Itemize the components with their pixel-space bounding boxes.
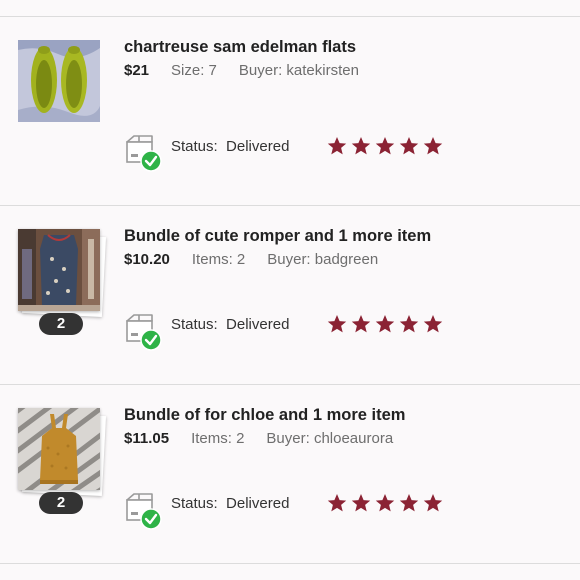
order-buyer: Buyer: badgreen — [267, 251, 379, 268]
rating-stars — [327, 136, 447, 156]
order-buyer: Buyer: chloeaurora — [266, 430, 394, 447]
order-title[interactable]: Bundle of cute romper and 1 more item — [124, 227, 431, 246]
star-icon — [423, 494, 443, 512]
star-icon — [351, 315, 371, 333]
order-meta: $21 Size: 7 Buyer: katekirsten — [124, 62, 359, 79]
delivered-box-icon — [124, 313, 164, 351]
star-icon — [351, 494, 371, 512]
star-icon — [375, 137, 395, 155]
star-icon — [327, 315, 347, 333]
star-icon — [375, 494, 395, 512]
romper-photo — [18, 229, 100, 311]
order-price: $11.05 — [124, 430, 170, 447]
item-thumbnail[interactable]: 2 — [18, 408, 107, 514]
delivered-box-icon — [124, 134, 164, 172]
star-icon — [399, 315, 419, 333]
status-label: Status: — [171, 495, 218, 512]
rating-stars — [327, 493, 447, 513]
order-title[interactable]: chartreuse sam edelman flats — [124, 38, 356, 57]
item-thumbnail[interactable]: 2 — [18, 229, 107, 335]
bundle-count-badge: 2 — [39, 313, 83, 335]
divider — [0, 563, 580, 564]
star-icon — [351, 137, 371, 155]
flats-photo — [18, 40, 100, 122]
order-status: Status: Delivered — [171, 495, 289, 512]
star-icon — [327, 494, 347, 512]
order-item-0[interactable]: chartreuse sam edelman flats $21 Size: 7 B… — [0, 17, 580, 205]
item-thumbnail[interactable] — [18, 40, 102, 124]
order-buyer: Buyer: katekirsten — [238, 62, 359, 79]
rating-stars — [327, 314, 447, 334]
order-items-count: Items: 2 — [191, 430, 245, 447]
status-value: Delivered — [226, 316, 290, 333]
status-value: Delivered — [226, 138, 290, 155]
star-icon — [375, 315, 395, 333]
order-item-2[interactable]: 2 Bundle of for chloe and 1 more item $1… — [0, 385, 580, 563]
order-status: Status: Delivered — [171, 316, 289, 333]
status-value: Delivered — [226, 495, 290, 512]
order-price: $21 — [124, 62, 150, 79]
star-icon — [327, 137, 347, 155]
order-items-count: Items: 2 — [191, 251, 246, 268]
status-label: Status: — [171, 316, 218, 333]
star-icon — [399, 137, 419, 155]
status-label: Status: — [171, 138, 218, 155]
star-icon — [423, 137, 443, 155]
delivered-box-icon — [124, 492, 164, 530]
order-size: Size: 7 — [171, 62, 217, 79]
order-meta: $11.05 Items: 2 Buyer: chloeaurora — [124, 430, 393, 447]
order-list: chartreuse sam edelman flats $21 Size: 7 B… — [0, 0, 580, 580]
order-item-1[interactable]: 2 Bundle of cute romper and 1 more item … — [0, 206, 580, 384]
order-meta: $10.20 Items: 2 Buyer: badgreen — [124, 251, 378, 268]
star-icon — [423, 315, 443, 333]
order-price: $10.20 — [124, 251, 170, 268]
top-photo — [18, 408, 100, 490]
star-icon — [399, 494, 419, 512]
bundle-count-badge: 2 — [39, 492, 83, 514]
order-title[interactable]: Bundle of for chloe and 1 more item — [124, 406, 405, 425]
order-status: Status: Delivered — [171, 138, 289, 155]
